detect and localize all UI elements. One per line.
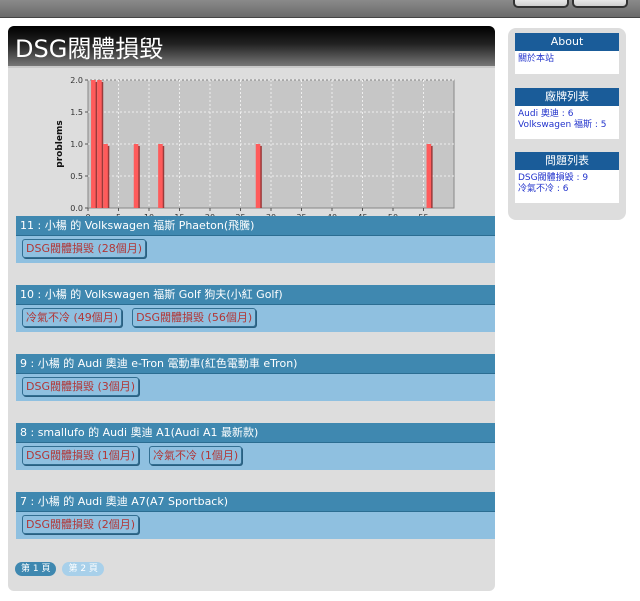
problem-tag[interactable]: 冷氣不冷 (1個月) (149, 446, 243, 465)
page-1-link[interactable]: 第 1 頁 (15, 562, 57, 576)
car-tags: DSG閥體損毀 (3個月) (16, 374, 495, 401)
brands-title: 廠牌列表 (515, 88, 619, 106)
car-heading[interactable]: 11 : 小楊 的 Volkswagen 福斯 Phaeton(飛騰) (16, 216, 495, 236)
bar (158, 144, 163, 208)
about-title: About (515, 33, 619, 51)
top-button-left[interactable] (513, 0, 569, 8)
about-box: About 關於本站 (515, 33, 619, 74)
car-heading[interactable]: 8 : smallufo 的 Audi 奧迪 A1(Audi A1 最新款) (16, 423, 495, 443)
about-link[interactable]: 關於本站 (518, 54, 616, 65)
issue-link-dsg[interactable]: DSG閥體損毀 : 9 (518, 173, 616, 184)
car-entry: 9 : 小楊 的 Audi 奧迪 e-Tron 電動車(紅色電動車 eTron)… (16, 354, 495, 401)
page-title: DSG閥體損毀 (15, 34, 164, 63)
y-tick-label: 0.5 (70, 172, 83, 181)
brand-link-audi[interactable]: Audi 奧迪 : 6 (518, 109, 616, 120)
title-divider (8, 66, 495, 68)
car-heading[interactable]: 10 : 小楊 的 Volkswagen 福斯 Golf 狗夫(小紅 Golf) (16, 285, 495, 305)
problem-tag[interactable]: DSG閥體損毀 (3個月) (22, 377, 140, 396)
car-entry: 7 : 小楊 的 Audi 奧迪 A7(A7 Sportback) DSG閥體損毀… (16, 492, 495, 539)
top-button-right[interactable] (572, 0, 628, 8)
bar (255, 144, 261, 208)
bar (91, 80, 96, 208)
y-tick-label: 1.5 (70, 108, 83, 117)
car-tags: 冷氣不冷 (49個月) DSG閥體損毀 (56個月) (16, 305, 495, 332)
problem-tag[interactable]: DSG閥體損毀 (28個月) (22, 239, 147, 258)
car-entry: 10 : 小楊 的 Volkswagen 福斯 Golf 狗夫(小紅 Golf)… (16, 285, 495, 332)
car-tags: DSG閥體損毀 (28個月) (16, 236, 495, 263)
brands-box: 廠牌列表 Audi 奧迪 : 6 Volkswagen 福斯 : 5 (515, 88, 619, 139)
y-axis-label: problems (55, 120, 65, 167)
brand-link-volkswagen[interactable]: Volkswagen 福斯 : 5 (518, 120, 616, 131)
sidebar: About 關於本站 廠牌列表 Audi 奧迪 : 6 Volkswagen 福… (508, 28, 626, 220)
bar (133, 144, 139, 208)
y-tick-label: 1.0 (70, 140, 83, 149)
y-tick-label: 2.0 (70, 76, 83, 85)
car-tags: DSG閥體損毀 (1個月) 冷氣不冷 (1個月) (16, 443, 495, 470)
car-entry: 8 : smallufo 的 Audi 奧迪 A1(Audi A1 最新款) DS… (16, 423, 495, 470)
car-tags: DSG閥體損毀 (2個月) (16, 512, 495, 539)
car-entry: 11 : 小楊 的 Volkswagen 福斯 Phaeton(飛騰) DSG閥體… (16, 216, 495, 263)
y-tick-label: 0.0 (70, 204, 83, 213)
page-2-link[interactable]: 第 2 頁 (62, 562, 104, 576)
main-panel: DSG閥體損毀 05101520253035404550550.00.51.01… (8, 26, 495, 591)
pagination: 第 1 頁 第 2 頁 (15, 562, 104, 576)
car-heading[interactable]: 9 : 小楊 的 Audi 奧迪 e-Tron 電動車(紅色電動車 eTron) (16, 354, 495, 374)
problem-tag[interactable]: DSG閥體損毀 (56個月) (132, 308, 257, 327)
problem-tag[interactable]: DSG閥體損毀 (2個月) (22, 515, 140, 534)
bar (426, 144, 432, 208)
issues-box: 問題列表 DSG閥體損毀 : 9 冷氣不冷 : 6 (515, 152, 619, 203)
bar (103, 144, 108, 208)
car-heading[interactable]: 7 : 小楊 的 Audi 奧迪 A7(A7 Sportback) (16, 492, 495, 512)
problem-tag[interactable]: 冷氣不冷 (49個月) (22, 308, 123, 327)
page-title-bar: DSG閥體損毀 (8, 26, 495, 66)
issue-link-ac[interactable]: 冷氣不冷 : 6 (518, 184, 616, 195)
issues-title: 問題列表 (515, 152, 619, 170)
bar (97, 80, 102, 208)
problem-tag[interactable]: DSG閥體損毀 (1個月) (22, 446, 140, 465)
